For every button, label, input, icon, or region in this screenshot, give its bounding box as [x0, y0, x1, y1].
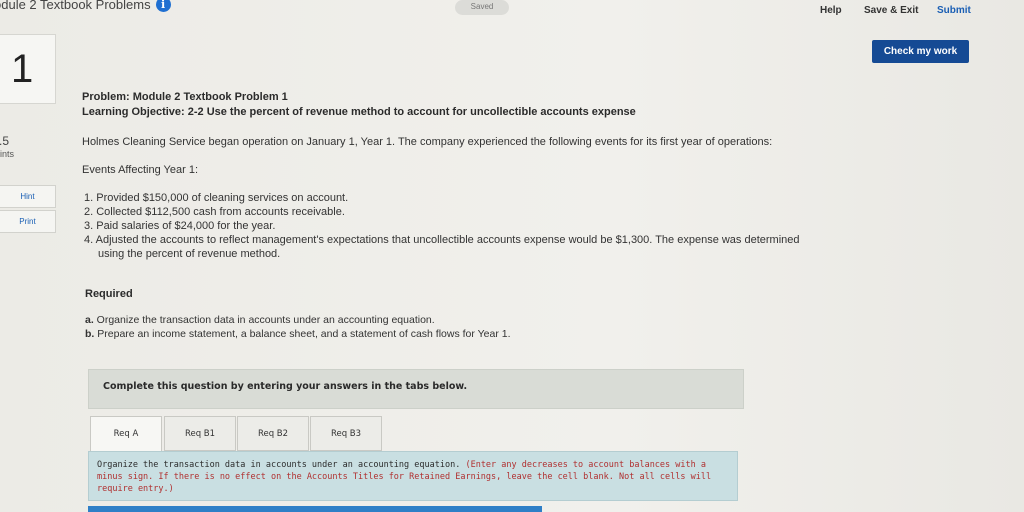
tab-req-b2[interactable]: Req B2 — [237, 416, 309, 451]
help-link[interactable]: Help — [820, 5, 842, 16]
tab-panel: Organize the transaction data in account… — [88, 451, 738, 501]
bottom-highlight-bar — [88, 506, 542, 512]
tab-req-b1[interactable]: Req B1 — [164, 416, 236, 451]
points-label: oints — [0, 149, 15, 159]
top-bar: odule 2 Textbook Problems i Saved Help Sa… — [0, 0, 1024, 26]
required-letter: a. — [85, 314, 94, 326]
hint-button[interactable]: Hint — [0, 185, 56, 208]
event-item: 2. Collected $112,500 cash from accounts… — [84, 206, 345, 218]
required-text: Prepare an income statement, a balance s… — [94, 328, 511, 340]
submit-link[interactable]: Submit — [937, 5, 971, 16]
module-title: odule 2 Textbook Problems i — [0, 0, 171, 12]
question-number-box: 1 — [0, 34, 56, 104]
learning-objective: Learning Objective: 2-2 Use the percent … — [82, 106, 636, 118]
tab-req-b3[interactable]: Req B3 — [310, 416, 382, 451]
info-icon[interactable]: i — [155, 0, 171, 12]
tab-panel-instruction: Organize the transaction data in account… — [97, 459, 727, 495]
events-list: 1. Provided $150,000 of cleaning service… — [82, 191, 802, 261]
event-item: 4. Adjusted the accounts to reflect mana… — [84, 234, 800, 260]
required-heading: Required — [85, 288, 133, 300]
print-button[interactable]: Print — [0, 210, 56, 233]
panel-main-text: Organize the transaction data in account… — [97, 460, 461, 470]
points-value: .5 — [0, 134, 10, 148]
save-exit-link[interactable]: Save & Exit — [864, 5, 918, 16]
tab-req-a[interactable]: Req A — [90, 416, 162, 452]
required-item: a. Organize the transaction data in acco… — [85, 313, 511, 327]
problem-intro: Holmes Cleaning Service began operation … — [82, 136, 773, 148]
required-letter: b. — [85, 328, 95, 340]
required-item: b. Prepare an income statement, a balanc… — [85, 327, 511, 341]
check-my-work-button[interactable]: Check my work — [872, 40, 969, 63]
event-item: 1. Provided $150,000 of cleaning service… — [84, 192, 349, 204]
events-heading: Events Affecting Year 1: — [82, 164, 198, 176]
event-item: 3. Paid salaries of $24,000 for the year… — [84, 220, 276, 232]
saved-status: Saved — [455, 0, 509, 15]
question-number: 1 — [11, 47, 34, 91]
instruction-text: Complete this question by entering your … — [103, 381, 468, 392]
question-sidebar: 1 .5 oints Hint Print — [0, 30, 60, 512]
instruction-box: Complete this question by entering your … — [88, 369, 744, 409]
required-text: Organize the transaction data in account… — [93, 314, 435, 326]
required-list: a. Organize the transaction data in acco… — [85, 313, 511, 341]
problem-title: Problem: Module 2 Textbook Problem 1 — [82, 91, 288, 103]
module-title-text: odule 2 Textbook Problems — [0, 0, 151, 12]
